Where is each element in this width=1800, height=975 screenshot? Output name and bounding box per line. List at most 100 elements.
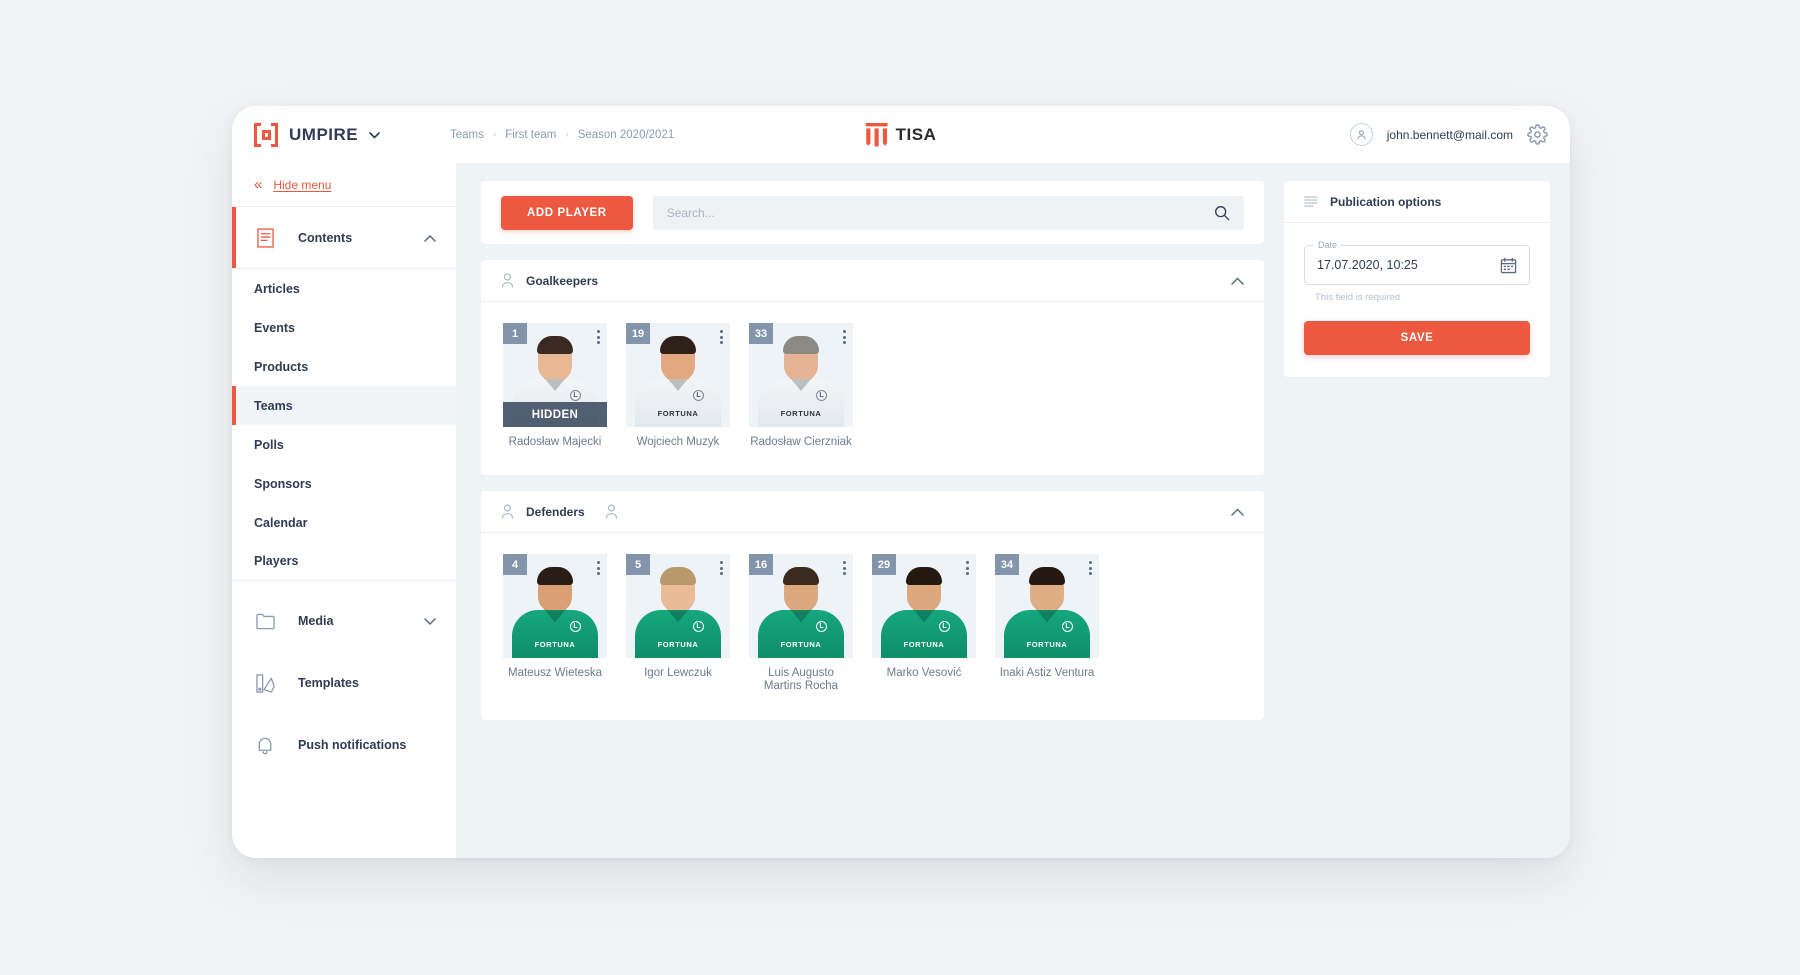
- publication-title: Publication options: [1330, 194, 1442, 209]
- date-field[interactable]: Date 17.07.2020, 10:25: [1304, 240, 1530, 285]
- sidebar-group-label: Media: [298, 614, 334, 628]
- search-icon[interactable]: [1214, 205, 1230, 221]
- add-person-icon[interactable]: [605, 504, 618, 519]
- sidebar-item-players[interactable]: Players: [232, 542, 456, 581]
- date-field-helper-text: This field is required: [1315, 292, 1401, 303]
- player-name: Mateusz Wieteska: [508, 667, 602, 680]
- sidebar-item-label: Articles: [254, 281, 300, 296]
- search-input[interactable]: [666, 205, 1214, 220]
- chevron-down-icon[interactable]: [424, 614, 436, 628]
- add-player-button[interactable]: ADD PLAYER: [501, 195, 633, 230]
- player-thumbnail: 29 L FORTUNA: [872, 554, 976, 659]
- players-column: ADD PLAYER Search... Goalkeepers 1 L HID…: [481, 181, 1264, 858]
- sidebar-group-templates[interactable]: Templates: [232, 652, 456, 714]
- sidebar-contents-list: Articles Events Products Teams Polls Spo…: [232, 269, 456, 581]
- save-button[interactable]: SAVE: [1304, 321, 1530, 355]
- player-name: Marko Vesović: [886, 667, 962, 680]
- user-email[interactable]: john.bennett@mail.com: [1387, 128, 1513, 142]
- sidebar-group-media[interactable]: Media: [232, 590, 456, 652]
- section-title: Defenders: [526, 504, 585, 519]
- person-icon: [501, 504, 514, 519]
- chevron-up-icon[interactable]: [424, 231, 436, 245]
- tisa-logo-text: TISA: [895, 124, 937, 144]
- player-name: Radosław Majecki: [508, 436, 602, 448]
- player-card[interactable]: 5 L FORTUNA Igor Lewczuk: [626, 554, 730, 693]
- section-collapse-chevron-up-icon[interactable]: [1231, 508, 1244, 516]
- player-card[interactable]: 4 L FORTUNA Mateusz Wieteska: [503, 554, 607, 693]
- player-card[interactable]: 19 L FORTUNA Wojciech Muzyk: [626, 323, 730, 449]
- player-menu-icon[interactable]: [720, 330, 723, 344]
- section-header[interactable]: Defenders: [481, 491, 1264, 534]
- kit-sponsor-text: FORTUNA: [534, 640, 576, 650]
- kit-sponsor-text: FORTUNA: [903, 640, 945, 650]
- player-name: Luis Augusto Martins Rocha: [763, 667, 839, 693]
- sidebar-item-events[interactable]: Events: [232, 308, 456, 347]
- sidebar-item-articles[interactable]: Articles: [232, 269, 456, 308]
- section-goalkeepers: Goalkeepers 1 L HIDDEN Radosław Majecki …: [481, 260, 1264, 476]
- kit-sponsor-text: FORTUNA: [657, 640, 699, 650]
- player-menu-icon[interactable]: [720, 561, 723, 576]
- top-bar-right: john.bennett@mail.com: [1349, 123, 1570, 146]
- sidebar-item-label: Sponsors: [254, 476, 312, 491]
- kit-sponsor-text: FORTUNA: [657, 409, 699, 418]
- avatar[interactable]: [1349, 123, 1373, 146]
- player-card[interactable]: 1 L HIDDEN Radosław Majecki: [503, 323, 607, 449]
- players-toolbar: ADD PLAYER: [481, 181, 1264, 244]
- body: « Hide menu Contents Articles Events Pro…: [232, 163, 1570, 858]
- breadcrumb-item-teams[interactable]: Teams: [450, 129, 484, 141]
- date-field-label: Date: [1314, 240, 1342, 250]
- sidebar-item-label: Players: [254, 554, 299, 568]
- player-thumbnail: 5 L FORTUNA: [626, 554, 730, 659]
- section-header[interactable]: Goalkeepers: [481, 260, 1264, 302]
- brand-chevron-down-icon[interactable]: [369, 126, 380, 144]
- sidebar-item-products[interactable]: Products: [232, 347, 456, 386]
- lines-icon: [1304, 195, 1318, 209]
- player-menu-icon[interactable]: [843, 561, 846, 576]
- breadcrumb: Teams › First team › Season 2020/2021: [450, 129, 674, 141]
- player-card[interactable]: 33 L FORTUNA Radosław Cierzniak: [749, 323, 853, 449]
- sidebar-item-polls[interactable]: Polls: [232, 425, 456, 464]
- sidebar-item-sponsors[interactable]: Sponsors: [232, 464, 456, 503]
- section-collapse-chevron-up-icon[interactable]: [1231, 276, 1244, 285]
- kit-sponsor-text: FORTUNA: [1026, 640, 1068, 650]
- sidebar-item-label: Teams: [254, 398, 293, 413]
- player-name: Radosław Cierzniak: [750, 436, 852, 448]
- player-menu-icon[interactable]: [843, 330, 846, 344]
- brand-name: UMPIRE: [289, 124, 359, 144]
- club-crest-icon: L: [816, 390, 827, 401]
- tisa-shield-icon: [865, 122, 888, 147]
- player-card[interactable]: 29 L FORTUNA Marko Vesović: [872, 554, 976, 693]
- top-bar: UMPIRE Teams › First team › Season 2020/…: [232, 106, 1570, 163]
- player-menu-icon[interactable]: [597, 330, 600, 344]
- player-thumbnail: 1 L HIDDEN: [503, 323, 607, 427]
- hide-menu-button[interactable]: « Hide menu: [232, 163, 456, 207]
- player-menu-icon[interactable]: [1089, 561, 1092, 576]
- brand[interactable]: UMPIRE: [232, 122, 432, 147]
- gear-icon[interactable]: [1527, 124, 1548, 145]
- player-card[interactable]: 34 L FORTUNA Inaki Astiz Ventura: [995, 554, 1099, 693]
- player-menu-icon[interactable]: [597, 561, 600, 576]
- breadcrumb-separator-icon: ›: [492, 129, 497, 140]
- sidebar-item-teams[interactable]: Teams: [232, 386, 456, 425]
- player-thumbnail: 34 L FORTUNA: [995, 554, 1099, 659]
- sidebar-group-push-notifications[interactable]: Push notifications: [232, 714, 456, 776]
- player-thumbnail: 19 L FORTUNA: [626, 323, 730, 427]
- player-menu-icon[interactable]: [966, 561, 969, 576]
- sidebar-item-label: Polls: [254, 437, 284, 452]
- breadcrumb-item-season[interactable]: Season 2020/2021: [578, 129, 675, 141]
- breadcrumb-separator-icon: ›: [565, 129, 569, 140]
- breadcrumb-item-first-team[interactable]: First team: [505, 129, 556, 141]
- player-card[interactable]: 16 L FORTUNA Luis Augusto Martins Rocha: [749, 554, 853, 693]
- player-number-badge: 16: [749, 554, 773, 576]
- section-defenders: Defenders 4 L FORTUNA Mateusz Wieteska 5…: [481, 491, 1264, 720]
- search-box[interactable]: [652, 195, 1244, 230]
- sidebar-group-contents[interactable]: Contents: [232, 207, 456, 269]
- sidebar-item-label: Events: [254, 320, 295, 335]
- person-icon: [501, 273, 514, 288]
- club-crest-icon: L: [570, 390, 581, 401]
- player-number-badge: 5: [626, 554, 650, 576]
- date-field-value[interactable]: 17.07.2020, 10:25: [1317, 258, 1500, 272]
- sidebar-item-calendar[interactable]: Calendar: [232, 503, 456, 542]
- calendar-icon[interactable]: [1500, 257, 1517, 274]
